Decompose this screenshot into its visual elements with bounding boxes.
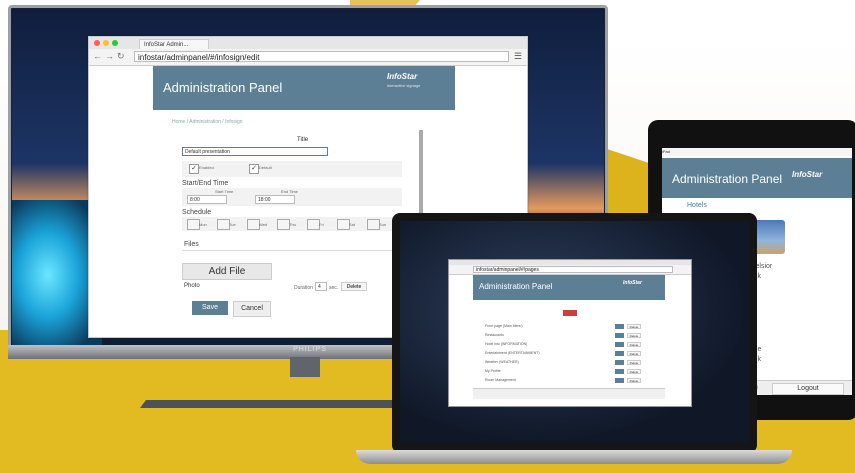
page-row-title: Front page (Main Menu): [485, 324, 523, 328]
start-time-label: Start Time: [215, 189, 234, 194]
edit-button[interactable]: [615, 369, 624, 374]
title-label: Title: [297, 137, 309, 143]
toggles-row: [182, 161, 402, 177]
laptop-url-input[interactable]: infostar/adminpanel/#/pages: [473, 266, 673, 273]
panel-title: Administration Panel: [163, 80, 283, 95]
page-row-title: Hotel info (INFORMATION): [485, 342, 528, 346]
edit-button[interactable]: [615, 378, 624, 383]
files-heading: Files: [184, 241, 199, 248]
laptop-address-row: infostar/adminpanel/#/pages: [449, 265, 691, 275]
day-label: Fri: [319, 222, 324, 227]
edit-button[interactable]: [615, 333, 624, 338]
enabled-checkbox[interactable]: ✓: [189, 164, 199, 174]
page-row-title: Entertainment (ENTERTAINMENT): [485, 351, 540, 355]
edit-button[interactable]: [615, 324, 624, 329]
day-label: Sat: [349, 222, 356, 227]
duration-unit: sec.: [329, 285, 339, 291]
scrollbar-thumb[interactable]: [419, 130, 423, 220]
tablet-status-bar: iPad: [662, 148, 852, 156]
duration-label: Duration: [294, 285, 313, 291]
divider: [182, 250, 402, 251]
page-row[interactable]: Entertainment (ENTERTAINMENT) Delete: [485, 351, 653, 357]
page-row[interactable]: Restaurants Delete: [485, 333, 653, 339]
page-row[interactable]: Hotel info (INFORMATION) Delete: [485, 342, 653, 348]
tablet-logo: InfoStar: [792, 170, 823, 179]
start-time-input[interactable]: 8:00: [187, 195, 227, 204]
delete-file-button[interactable]: Delete: [341, 282, 367, 291]
minimize-dot-icon[interactable]: [103, 40, 109, 46]
reload-icon[interactable]: ↻: [117, 51, 125, 62]
delete-button[interactable]: Delete: [627, 351, 641, 356]
panel-header: Administration Panel InfoStar interactiv…: [153, 66, 455, 110]
cancel-button[interactable]: Cancel: [233, 301, 271, 317]
end-time-label: End Time: [281, 189, 298, 194]
edit-button[interactable]: [615, 360, 624, 365]
enabled-label: Enabled: [199, 165, 214, 170]
laptop-footer: [473, 388, 665, 399]
edit-button[interactable]: [615, 342, 624, 347]
back-arrow-icon[interactable]: ←: [93, 51, 102, 61]
laptop-panel-title: Administration Panel: [479, 282, 553, 291]
breadcrumb[interactable]: Home / Administration / Infosign: [172, 119, 243, 125]
delete-button[interactable]: Delete: [627, 342, 641, 347]
page-row-title: Restaurants: [485, 333, 504, 337]
forward-arrow-icon[interactable]: →: [105, 51, 114, 61]
edit-button[interactable]: [615, 351, 624, 356]
save-button[interactable]: Save: [192, 301, 228, 315]
page-row-title: My Profile: [485, 369, 501, 373]
start-end-heading: Start/End Time: [182, 180, 229, 187]
menu-icon[interactable]: ☰: [514, 51, 522, 62]
photo-label: Photo: [184, 283, 200, 289]
end-time-input[interactable]: 18:00: [255, 195, 295, 204]
infostar-logo: InfoStar: [387, 72, 418, 81]
delete-button[interactable]: Delete: [627, 369, 641, 374]
default-checkbox[interactable]: ✓: [249, 164, 259, 174]
day-label: Thu: [289, 222, 296, 227]
duration-input[interactable]: 4: [315, 282, 327, 291]
browser-tab[interactable]: InfoStar Admin...: [139, 39, 209, 49]
page-row[interactable]: Weather (WEATHER) Delete: [485, 360, 653, 366]
flag-icon[interactable]: [563, 310, 577, 316]
close-dot-icon[interactable]: [94, 40, 100, 46]
tablet-panel-header: Administration Panel InfoStar: [662, 158, 852, 198]
default-label: Default: [259, 165, 272, 170]
schedule-heading: Schedule: [182, 209, 212, 216]
logout-button[interactable]: Logout: [772, 383, 844, 395]
url-input[interactable]: infostar/adminpanel/#/infosign/edit: [134, 51, 509, 62]
day-label: Sun: [379, 222, 387, 227]
delete-button[interactable]: Delete: [627, 378, 641, 383]
page-row[interactable]: Front page (Main Menu) Delete: [485, 324, 653, 330]
logo-subtitle: interactive signage: [387, 83, 421, 88]
page-row-title: Weather (WEATHER): [485, 360, 519, 364]
hotels-link[interactable]: Hotels: [687, 202, 707, 209]
delete-button[interactable]: Delete: [627, 360, 641, 365]
day-label: Wed: [259, 222, 268, 227]
page-row-title: Room Management: [485, 378, 516, 382]
laptop-base: [356, 450, 792, 464]
page-row[interactable]: My Profile Delete: [485, 369, 653, 375]
maximize-dot-icon[interactable]: [112, 40, 118, 46]
browser-tabbar: InfoStar Admin...: [89, 37, 527, 49]
tablet-panel-title: Administration Panel: [672, 172, 783, 186]
laptop-panel-header: Administration Panel InfoStar: [473, 275, 665, 300]
tv-brand: PHILIPS: [293, 346, 327, 353]
laptop-browser-window: infostar/adminpanel/#/pages Administrati…: [448, 259, 692, 407]
day-label: Tue: [229, 222, 236, 227]
page-row[interactable]: Room Management Delete: [485, 378, 653, 384]
delete-button[interactable]: Delete: [627, 333, 641, 338]
laptop-logo: InfoStar: [623, 280, 642, 286]
add-file-button[interactable]: Add File: [182, 263, 272, 280]
delete-button[interactable]: Delete: [627, 324, 641, 329]
day-label: Mon: [199, 222, 207, 227]
address-bar-row: ← → ↻ infostar/adminpanel/#/infosign/edi…: [89, 49, 527, 66]
title-input[interactable]: Default presentation: [182, 147, 328, 156]
